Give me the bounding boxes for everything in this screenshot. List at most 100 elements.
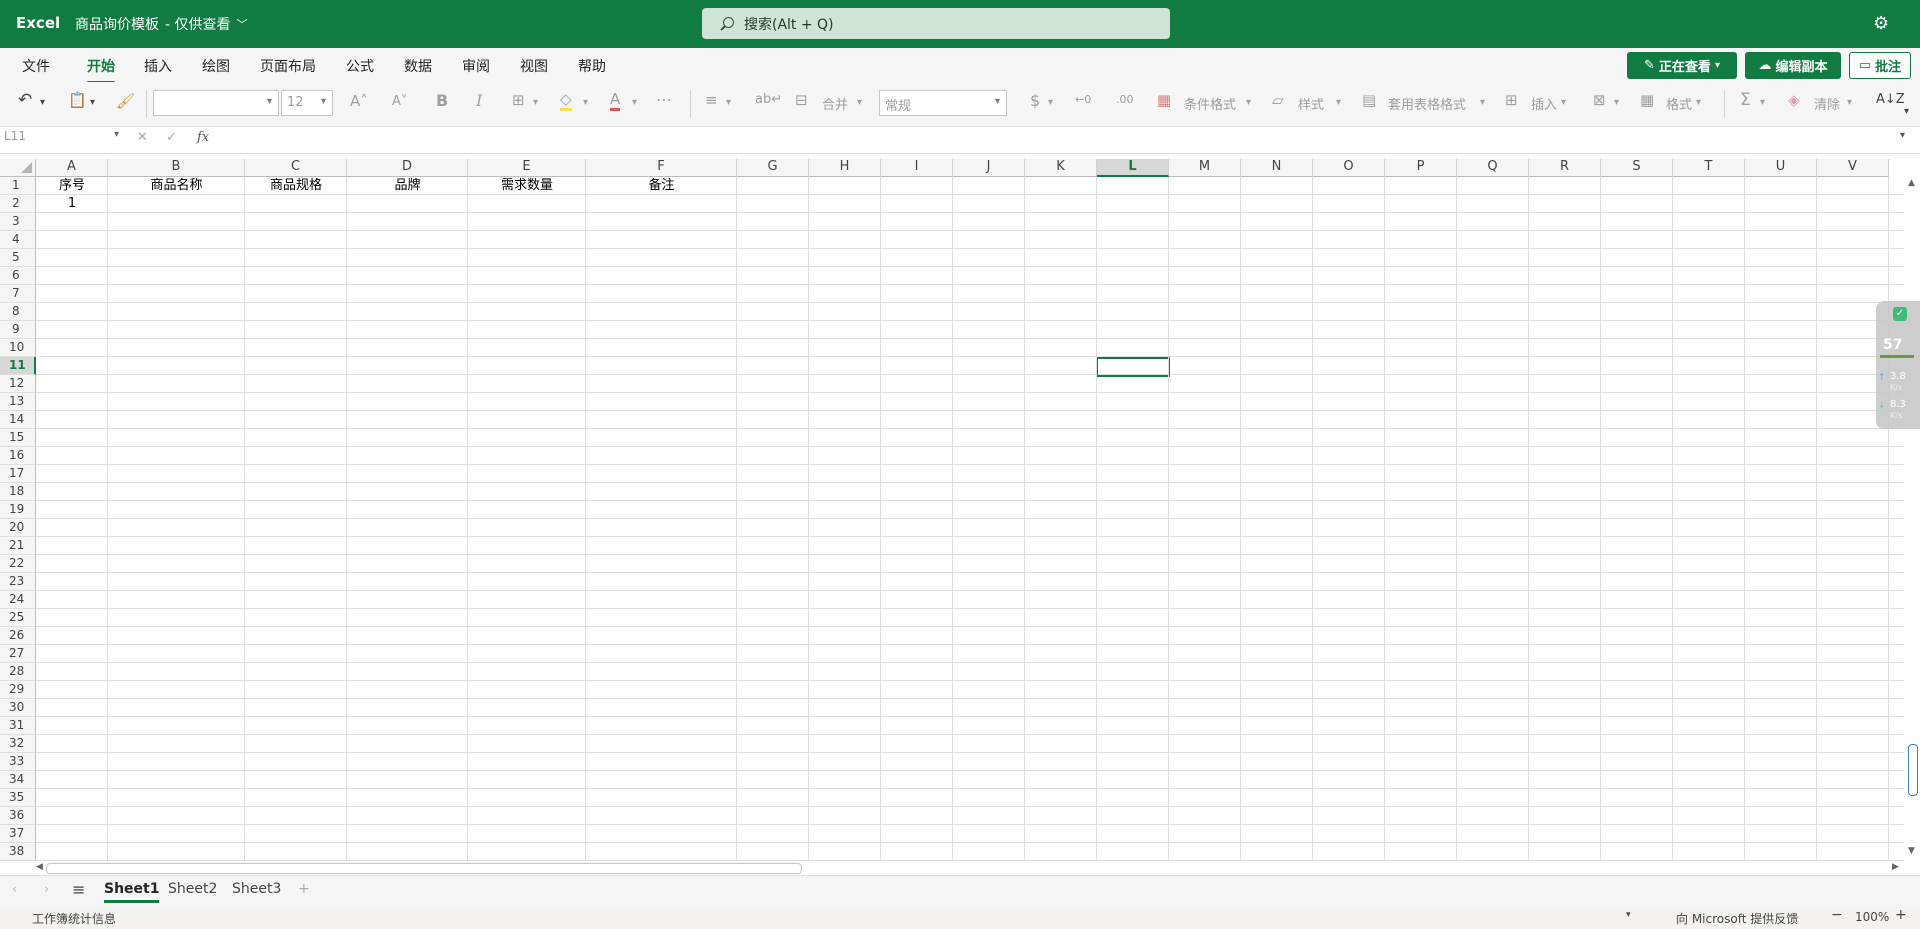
font-color-icon[interactable]: A [610, 90, 621, 111]
merge-label[interactable]: 合并 [822, 94, 848, 113]
column-header-g[interactable]: G [737, 159, 809, 177]
column-header-a[interactable]: A [36, 159, 108, 177]
chevron-down-icon[interactable]: ▾ [1480, 97, 1485, 108]
prev-sheet-icon[interactable]: ‹ [12, 882, 17, 897]
row-header-36[interactable]: 36 [0, 807, 36, 825]
row-header-8[interactable]: 8 [0, 303, 36, 321]
next-sheet-icon[interactable]: › [44, 882, 49, 897]
chevron-down-icon[interactable]: ▾ [90, 97, 95, 108]
bold-icon[interactable]: B [436, 91, 448, 110]
currency-icon[interactable]: $ [1030, 91, 1040, 110]
gear-icon[interactable]: ⚙ [1873, 13, 1889, 34]
italic-icon[interactable]: I [476, 91, 482, 110]
row-header-38[interactable]: 38 [0, 843, 36, 861]
cond-format-label[interactable]: 条件格式 [1184, 94, 1236, 113]
column-header-u[interactable]: U [1745, 159, 1817, 177]
chevron-down-icon[interactable]: ▾ [533, 97, 538, 108]
row-header-6[interactable]: 6 [0, 267, 36, 285]
spreadsheet-grid[interactable]: ABCDEFGHIJKLMNOPQRSTUV 1 2 3 4 5 6 7 8 9 10 11 12 13… [0, 159, 1904, 861]
decrease-decimal-icon[interactable]: ←0 [1075, 93, 1091, 106]
row-header-32[interactable]: 32 [0, 735, 36, 753]
app-name[interactable]: Excel [16, 14, 60, 32]
scroll-down-icon[interactable]: ▼ [1908, 846, 1915, 856]
number-format-select[interactable]: 常规 ▾ [879, 90, 1007, 116]
row-header-29[interactable]: 29 [0, 681, 36, 699]
borders-icon[interactable]: ⊞ [512, 91, 525, 109]
cancel-icon[interactable]: ✕ [137, 130, 148, 145]
network-monitor-widget[interactable]: ✓ 57 ↑ 3.8 K/s ↓ 8.3 K/s [1876, 301, 1920, 429]
menu-draw[interactable]: 绘图 [202, 56, 230, 76]
chevron-down-icon[interactable]: ▾ [857, 97, 862, 108]
cell-a2[interactable]: 1 [36, 195, 108, 213]
chevron-down-icon[interactable]: ▾ [1900, 130, 1905, 141]
chevron-down-icon[interactable]: ▾ [1626, 910, 1631, 920]
column-header-c[interactable]: C [245, 159, 347, 177]
sort-filter-icon[interactable]: A↓Z [1876, 92, 1905, 107]
row-header-11[interactable]: 11 [0, 357, 36, 375]
row-header-1[interactable]: 1 [0, 177, 36, 195]
row-header-30[interactable]: 30 [0, 699, 36, 717]
cell-d1[interactable]: 品牌 [347, 177, 468, 195]
cell-a1[interactable]: 序号 [36, 177, 108, 195]
column-header-r[interactable]: R [1529, 159, 1601, 177]
styles-icon[interactable]: ▱ [1272, 91, 1284, 109]
column-header-b[interactable]: B [108, 159, 245, 177]
feedback-link[interactable]: 向 Microsoft 提供反馈 [1676, 910, 1798, 927]
align-icon[interactable]: ≡ [705, 91, 718, 109]
viewing-mode-button[interactable]: ✎ 正在查看 ▾ [1627, 52, 1737, 79]
menu-formulas[interactable]: 公式 [346, 56, 374, 76]
cell-area[interactable]: 序号 商品名称 商品规格 品牌 需求数量 备注 1 [36, 177, 1904, 861]
row-header-37[interactable]: 37 [0, 825, 36, 843]
row-header-13[interactable]: 13 [0, 393, 36, 411]
chevron-down-icon[interactable]: ▾ [1336, 97, 1341, 108]
autosum-icon[interactable]: Σ [1740, 90, 1751, 110]
chevron-down-icon[interactable]: ▾ [726, 97, 731, 108]
zoom-in-button[interactable]: + [1895, 907, 1907, 923]
name-box[interactable]: L11 ▾ [4, 129, 124, 149]
column-header-f[interactable]: F [586, 159, 737, 177]
row-header-28[interactable]: 28 [0, 663, 36, 681]
wrap-text-icon[interactable]: ab↵ [755, 92, 782, 107]
format-label[interactable]: 格式 [1666, 94, 1692, 113]
column-header-p[interactable]: P [1385, 159, 1457, 177]
row-header-22[interactable]: 22 [0, 555, 36, 573]
sheet-tab-sheet1[interactable]: Sheet1 [104, 881, 160, 903]
all-sheets-icon[interactable]: ≡ [72, 880, 85, 899]
chevron-down-icon[interactable]: ▾ [1696, 97, 1701, 108]
format-cells-icon[interactable]: ▦ [1640, 91, 1654, 109]
row-header-26[interactable]: 26 [0, 627, 36, 645]
font-name-select[interactable]: ▾ [153, 90, 279, 116]
styles-label[interactable]: 样式 [1298, 94, 1324, 113]
format-painter-icon[interactable]: 🖌 [116, 92, 135, 110]
menu-insert[interactable]: 插入 [144, 56, 172, 76]
row-header-24[interactable]: 24 [0, 591, 36, 609]
menu-view[interactable]: 视图 [520, 56, 548, 76]
row-header-20[interactable]: 20 [0, 519, 36, 537]
menu-file[interactable]: 文件 [22, 56, 50, 76]
document-title[interactable]: 商品询价模板 - 仅供查看 ﹀ [75, 14, 248, 34]
row-header-5[interactable]: 5 [0, 249, 36, 267]
fill-color-icon[interactable]: ◇ [560, 90, 572, 111]
row-header-27[interactable]: 27 [0, 645, 36, 663]
row-header-4[interactable]: 4 [0, 231, 36, 249]
clear-label[interactable]: 清除 [1814, 94, 1840, 113]
column-header-i[interactable]: I [881, 159, 953, 177]
row-header-35[interactable]: 35 [0, 789, 36, 807]
undo-icon[interactable]: ↶ [18, 90, 32, 110]
search-box[interactable]: 搜索(Alt + Q) [702, 8, 1170, 39]
column-header-d[interactable]: D [347, 159, 468, 177]
chevron-down-icon[interactable]: ▾ [1614, 97, 1619, 108]
eraser-icon[interactable]: ◈ [1788, 91, 1800, 109]
row-header-12[interactable]: 12 [0, 375, 36, 393]
chevron-down-icon[interactable]: ▾ [40, 97, 45, 108]
merge-icon[interactable]: ⊟ [795, 91, 808, 109]
row-header-15[interactable]: 15 [0, 429, 36, 447]
row-header-23[interactable]: 23 [0, 573, 36, 591]
sheet-tab-sheet2[interactable]: Sheet2 [168, 881, 217, 897]
scroll-left-icon[interactable]: ◀ [36, 862, 43, 872]
cell-c1[interactable]: 商品规格 [245, 177, 347, 195]
chevron-down-icon[interactable]: ▾ [1561, 97, 1566, 108]
menu-data[interactable]: 数据 [404, 56, 432, 76]
row-header-3[interactable]: 3 [0, 213, 36, 231]
row-header-16[interactable]: 16 [0, 447, 36, 465]
